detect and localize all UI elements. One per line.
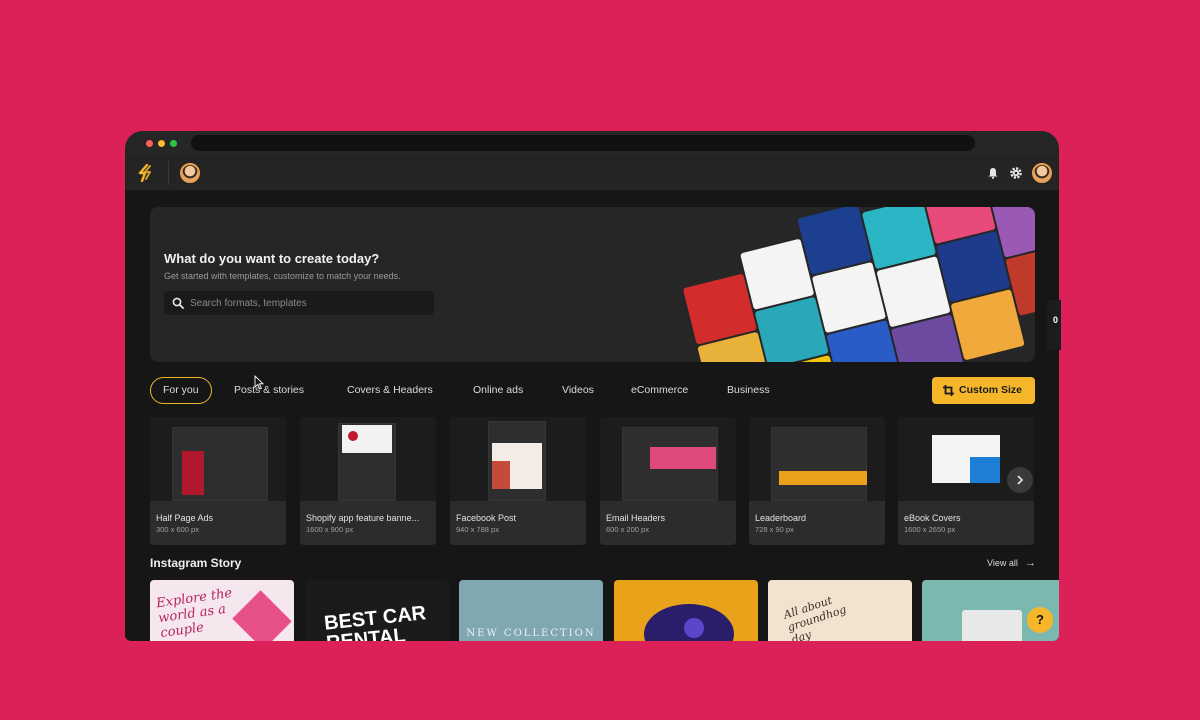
card-name: Half Page Ads xyxy=(156,513,214,523)
hero-banner: What do you want to create today? Get st… xyxy=(150,207,1035,362)
window-titlebar xyxy=(125,131,1059,155)
format-card-facebook-post[interactable]: Facebook Post 940 x 788 px xyxy=(450,417,586,545)
tab-business[interactable]: Business xyxy=(727,377,770,404)
card-info: Email Headers 600 x 200 px xyxy=(600,501,736,545)
team-avatar[interactable] xyxy=(180,163,200,183)
card-info: Leaderboard 728 x 90 px xyxy=(749,501,885,545)
format-card-shopify-banner[interactable]: Shopify app feature banne... 1600 x 900 … xyxy=(300,417,436,545)
card-name: Shopify app feature banne... xyxy=(306,513,420,523)
card-size: 600 x 200 px xyxy=(606,525,649,534)
card-size: 728 x 90 px xyxy=(755,525,794,534)
category-tabs: For you Posts & stories Covers & Headers… xyxy=(150,377,790,404)
card-name: Leaderboard xyxy=(755,513,807,523)
help-button[interactable]: ? xyxy=(1027,607,1053,633)
view-all-link[interactable]: View all xyxy=(987,558,1018,568)
gear-icon[interactable] xyxy=(1009,166,1023,180)
minimize-window-button[interactable] xyxy=(158,140,165,147)
story-card-groundhog[interactable]: All about groundhog day xyxy=(768,580,912,641)
user-avatar[interactable] xyxy=(1032,163,1052,183)
tab-for-you[interactable]: For you xyxy=(150,377,212,404)
card-size: 300 x 600 px xyxy=(156,525,199,534)
hero-subtitle: Get started with templates, customize to… xyxy=(164,271,401,281)
story-card-vinyl[interactable] xyxy=(614,580,758,641)
card-thumbnail xyxy=(749,417,885,501)
format-card-leaderboard[interactable]: Leaderboard 728 x 90 px xyxy=(749,417,885,545)
card-info: Facebook Post 940 x 788 px xyxy=(450,501,586,545)
tab-videos[interactable]: Videos xyxy=(562,377,594,404)
custom-size-button[interactable]: Custom Size xyxy=(932,377,1035,404)
maximize-window-button[interactable] xyxy=(170,140,177,147)
tab-covers-headers[interactable]: Covers & Headers xyxy=(347,377,433,404)
card-info: eBook Covers 1600 x 2650 px xyxy=(898,501,1034,545)
card-size: 940 x 788 px xyxy=(456,525,499,534)
story-text: NEW COLLECTION xyxy=(466,628,596,639)
tab-ecommerce[interactable]: eCommerce xyxy=(631,377,688,404)
tab-online-ads[interactable]: Online ads xyxy=(473,377,523,404)
chevron-right-icon xyxy=(1017,475,1024,485)
hero-title: What do you want to create today? xyxy=(164,251,380,266)
instagram-story-title: Instagram Story xyxy=(150,556,242,570)
bell-icon[interactable] xyxy=(987,167,999,179)
card-thumbnail xyxy=(300,417,436,501)
address-bar[interactable] xyxy=(191,135,975,151)
custom-size-label: Custom Size xyxy=(959,384,1023,396)
tab-posts-stories[interactable]: Posts & stories xyxy=(234,377,304,404)
card-thumbnail xyxy=(450,417,586,501)
card-info: Shopify app feature banne... 1600 x 900 … xyxy=(300,501,436,545)
card-size: 1600 x 2650 px xyxy=(904,525,956,534)
card-size: 1600 x 900 px xyxy=(306,525,354,534)
close-window-button[interactable] xyxy=(146,140,153,147)
format-card-half-page-ads[interactable]: Half Page Ads 300 x 600 px xyxy=(150,417,286,545)
story-text: BEST CAR RENTAL xyxy=(323,602,428,641)
story-text: All about groundhog day xyxy=(781,593,848,641)
brand-logo-icon[interactable] xyxy=(138,164,154,182)
card-name: Email Headers xyxy=(606,513,666,523)
carousel-next-button[interactable] xyxy=(1007,467,1033,493)
story-card-explore[interactable]: Explore the world as a couple xyxy=(150,580,294,641)
format-card-email-headers[interactable]: Email Headers 600 x 200 px xyxy=(600,417,736,545)
search-input[interactable] xyxy=(190,291,428,315)
app-header xyxy=(125,155,1059,191)
search-icon xyxy=(172,297,184,309)
template-collage-image xyxy=(663,207,1035,362)
search-box xyxy=(164,291,434,315)
story-card-new-collection[interactable]: NEW COLLECTION xyxy=(459,580,603,641)
browser-window: What do you want to create today? Get st… xyxy=(125,131,1059,641)
card-name: eBook Covers xyxy=(904,513,961,523)
side-panel-label: 0 xyxy=(1053,315,1059,325)
arrow-right-icon[interactable]: → xyxy=(1025,557,1036,569)
card-thumbnail xyxy=(600,417,736,501)
mouse-cursor-icon xyxy=(254,375,264,390)
card-thumbnail xyxy=(150,417,286,501)
crop-icon xyxy=(943,385,954,396)
card-name: Facebook Post xyxy=(456,513,517,523)
story-text: Explore the world as a couple xyxy=(155,585,234,641)
side-panel-tab[interactable] xyxy=(1047,300,1061,350)
story-card-car-rental[interactable]: BEST CAR RENTAL xyxy=(305,580,449,641)
header-divider xyxy=(168,161,169,185)
card-info: Half Page Ads 300 x 600 px xyxy=(150,501,286,545)
